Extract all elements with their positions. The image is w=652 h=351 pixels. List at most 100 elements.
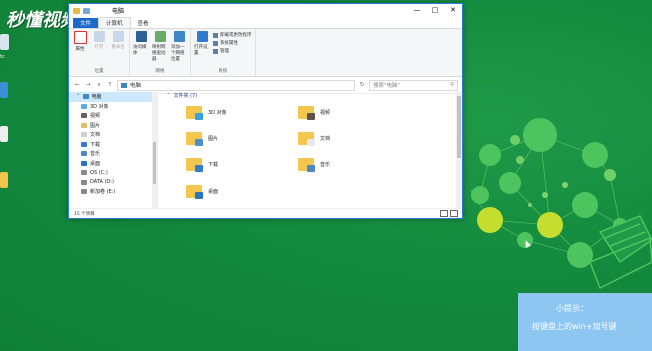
up-arrow-icon[interactable]: ↑	[106, 82, 114, 88]
open-settings-button[interactable]: 打开设置	[194, 31, 210, 68]
folder-icon	[298, 132, 315, 146]
search-input[interactable]: 搜索"电脑" ⚲	[369, 79, 458, 91]
drive-icon	[81, 179, 87, 185]
computer-icon	[82, 94, 89, 100]
nav-item-drive-e[interactable]: 新加卷 (E:)	[69, 187, 157, 197]
nav-item-computer[interactable]: ˅ 电脑	[69, 92, 157, 102]
ribbon-group-location: 属性 打开 重命名 位置	[69, 29, 130, 76]
nav-item-videos[interactable]: 视频	[69, 111, 157, 121]
program-icon	[213, 32, 218, 38]
ribbon-group-system: 打开设置 卸载或更改程序 系统属性 管理 系统	[191, 29, 256, 76]
folder-videos[interactable]: 视频	[298, 106, 330, 120]
search-placeholder: 搜索"电脑"	[373, 83, 401, 89]
nav-item-downloads[interactable]: 下载	[69, 140, 157, 150]
tip-text: 按键盘上的win+加号键	[532, 322, 617, 331]
folder-icon	[186, 158, 203, 172]
recent-chevron-icon[interactable]: ∨	[95, 82, 103, 88]
folder-icon[interactable]	[73, 7, 80, 14]
title-bar: 电脑 — □ ✕	[69, 4, 462, 17]
view-toggles	[440, 210, 462, 217]
desktop-file-icon[interactable]	[0, 126, 8, 142]
computer-icon	[121, 82, 127, 88]
tab-file[interactable]: 文件	[73, 18, 99, 28]
nav-item-pictures[interactable]: 图片	[69, 121, 157, 131]
item-count: 15 个项目	[74, 211, 95, 217]
rename-icon	[112, 31, 124, 42]
nav-item-drive-d[interactable]: DATA (D:)	[69, 178, 157, 188]
desktop-icon	[81, 160, 87, 166]
folder-3d-objects[interactable]: 3D 对象	[186, 106, 227, 120]
folder-icon	[298, 106, 315, 120]
uninstall-program-button[interactable]: 卸载或更改程序	[213, 32, 252, 38]
map-network-drive-button[interactable]: 映射网络驱动器	[152, 31, 168, 68]
nav-scrollbar[interactable]	[152, 92, 157, 208]
group-label-location: 位置	[94, 69, 104, 74]
properties-icon[interactable]	[83, 7, 90, 14]
tip-title: 小提示：	[556, 304, 588, 313]
manage-icon	[213, 48, 218, 54]
recycle-bin-icon[interactable]	[0, 34, 9, 50]
folder-music[interactable]: 音乐	[298, 158, 330, 172]
nav-item-3d-objects[interactable]: 3D 对象	[69, 102, 157, 112]
system-properties-button[interactable]: 系统属性	[213, 40, 252, 46]
folder-pictures[interactable]: 图片	[186, 132, 218, 146]
chevron-down-icon: ˅	[77, 93, 80, 100]
nav-item-music[interactable]: 音乐	[69, 149, 157, 159]
maximize-button[interactable]: □	[426, 4, 444, 17]
manage-button[interactable]: 管理	[213, 48, 252, 54]
back-arrow-icon[interactable]: ←	[73, 82, 81, 88]
folder-icon	[186, 132, 203, 146]
quick-access-toolbar	[69, 7, 90, 14]
drive-icon	[81, 189, 87, 195]
status-bar: 15 个项目	[69, 208, 462, 218]
system-icon	[213, 40, 218, 46]
nav-item-documents[interactable]: 文档	[69, 130, 157, 140]
window-controls: — □ ✕	[408, 4, 462, 17]
documents-icon	[81, 132, 87, 138]
tab-computer[interactable]: 计算机	[98, 17, 131, 28]
file-explorer-window: 电脑 — □ ✕ 文件 计算机 查看 属性 打开 重命名 位置 访问媒体 映射网…	[68, 3, 463, 219]
desktop-folder-icon[interactable]	[0, 172, 8, 188]
media-icon	[135, 31, 147, 42]
tab-view[interactable]: 查看	[131, 18, 156, 28]
folder-desktop[interactable]: 桌面	[186, 185, 218, 199]
content-scrollbar-thumb[interactable]	[457, 96, 461, 158]
desktop-app-icon[interactable]	[0, 82, 8, 98]
desktop-icon-label: tc	[0, 54, 5, 60]
folder-group-header[interactable]: ˅ 文件夹 (7)	[167, 92, 197, 100]
nav-scrollbar-thumb[interactable]	[153, 142, 156, 184]
open-button[interactable]: 打开	[91, 31, 107, 68]
ribbon-group-network: 访问媒体 映射网络驱动器 添加一个网络位置 网络	[130, 29, 191, 76]
folder-icon	[186, 106, 203, 120]
pictures-icon	[81, 122, 87, 128]
refresh-icon[interactable]: ↻	[358, 82, 366, 88]
content-pane: ˅ 文件夹 (7) 3D 对象 视频 图片 文档 下载 音乐 桌面	[158, 92, 462, 208]
minimize-button[interactable]: —	[408, 4, 426, 17]
rename-button[interactable]: 重命名	[110, 31, 126, 68]
network-drive-icon	[154, 31, 166, 42]
add-network-location-button[interactable]: 添加一个网络位置	[171, 31, 187, 68]
system-small-buttons: 卸载或更改程序 系统属性 管理	[213, 31, 252, 68]
network-location-icon	[173, 31, 185, 42]
3d-objects-icon	[81, 103, 87, 109]
folder-downloads[interactable]: 下载	[186, 158, 218, 172]
forward-arrow-icon[interactable]: →	[84, 82, 92, 88]
search-icon: ⚲	[449, 82, 454, 88]
close-button[interactable]: ✕	[444, 4, 462, 17]
nav-item-desktop[interactable]: 桌面	[69, 159, 157, 169]
details-view-icon[interactable]	[440, 210, 448, 217]
access-media-button[interactable]: 访问媒体	[133, 31, 149, 68]
folder-icon	[186, 185, 203, 199]
address-path: 电脑	[130, 83, 142, 89]
music-icon	[81, 151, 87, 157]
properties-button[interactable]: 属性	[72, 31, 88, 68]
folder-documents[interactable]: 文档	[298, 132, 330, 146]
address-bar[interactable]: 电脑	[117, 79, 355, 91]
checkmark-icon	[73, 31, 87, 44]
tip-box: 小提示： 按键盘上的win+加号键	[518, 293, 652, 351]
ribbon-tabs: 文件 计算机 查看	[69, 17, 462, 29]
content-scrollbar[interactable]	[456, 92, 462, 208]
open-icon	[93, 31, 105, 42]
large-icons-view-icon[interactable]	[450, 210, 458, 217]
nav-item-drive-c[interactable]: OS (C:)	[69, 168, 157, 178]
